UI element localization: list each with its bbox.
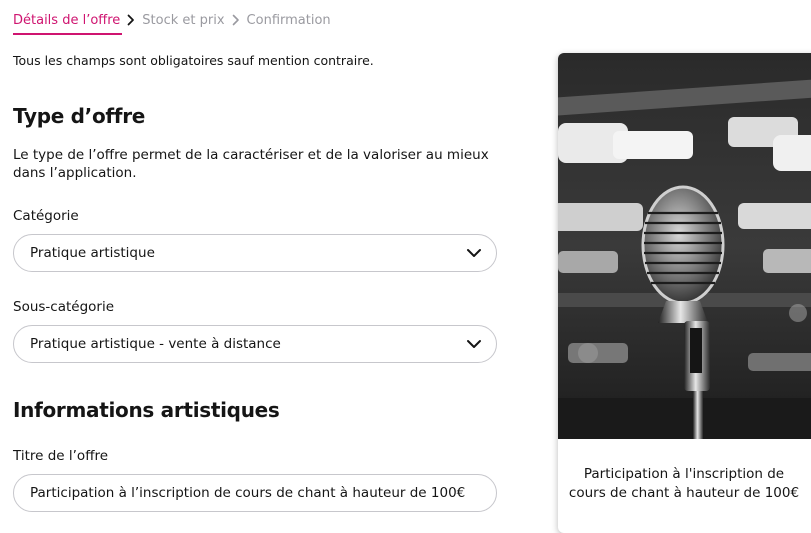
category-label: Catégorie (13, 208, 79, 224)
microphone-photo (558, 53, 811, 439)
offer-title-label: Titre de l’offre (13, 448, 109, 464)
breadcrumb-step-stock[interactable]: Stock et prix (142, 13, 224, 28)
preview-offer-title: Participation à l'inscription de cours d… (568, 466, 800, 501)
subcategory-value: Pratique artistique - vente à distance (30, 336, 281, 352)
chevron-down-icon (466, 245, 482, 261)
subcategory-label: Sous-catégorie (13, 299, 115, 315)
offer-preview-card: Participation à l'inscription de cours d… (558, 53, 811, 533)
subcategory-select[interactable]: Pratique artistique - vente à distance (13, 325, 497, 363)
category-value: Pratique artistique (30, 245, 155, 261)
artistic-info-heading: Informations artistiques (13, 398, 280, 422)
offer-type-description: Le type de l’offre permet de la caractér… (13, 147, 489, 181)
offer-type-heading: Type d’offre (13, 104, 146, 128)
breadcrumb-step-details[interactable]: Détails de l’offre (13, 13, 123, 35)
breadcrumb: Détails de l’offre Stock et prix Confirm… (13, 10, 331, 35)
mandatory-notice: Tous les champs sont obligatoires sauf m… (13, 53, 374, 68)
category-select[interactable]: Pratique artistique (13, 234, 497, 272)
offer-title-input[interactable]: Participation à l’inscription de cours d… (13, 474, 497, 512)
offer-title-value: Participation à l’inscription de cours d… (30, 485, 466, 501)
chevron-down-icon (466, 336, 482, 352)
breadcrumb-step-confirmation[interactable]: Confirmation (247, 13, 331, 28)
chevron-right-icon (120, 10, 142, 30)
chevron-right-icon (225, 10, 247, 30)
